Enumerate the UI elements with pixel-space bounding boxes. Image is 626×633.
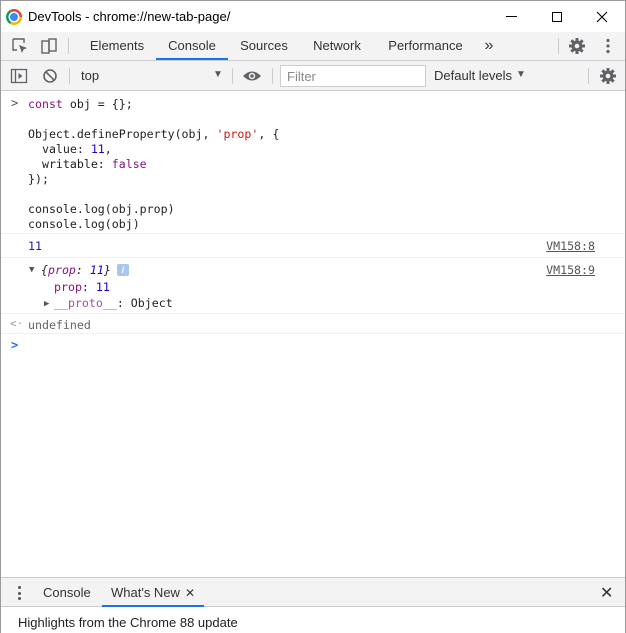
whats-new-headline: Highlights from the Chrome 88 update	[18, 615, 238, 630]
property-sep: :	[81, 280, 96, 294]
input-chevron-icon: >	[11, 96, 19, 110]
more-vert-icon	[17, 586, 21, 589]
object-proto[interactable]: __proto__: Object	[54, 296, 173, 310]
code-line: value: 11,	[28, 142, 112, 156]
close-window-button[interactable]	[579, 1, 625, 32]
close-tab-icon[interactable]: ✕	[185, 586, 195, 600]
levels-dropdown-arrow-icon[interactable]: ▼	[516, 69, 526, 80]
context-dropdown-arrow-icon[interactable]: ▼	[213, 69, 223, 80]
property-key: prop	[54, 280, 82, 294]
toolbar-divider	[232, 68, 233, 84]
minimize-button[interactable]	[488, 1, 534, 32]
log-levels-dropdown[interactable]: Default levels	[434, 68, 512, 83]
settings-icon	[569, 38, 585, 54]
chrome-logo-icon	[6, 9, 22, 25]
device-toolbar-icon	[41, 38, 57, 54]
object-property: prop: 11	[54, 280, 110, 294]
drawer-tabbar: Console What's New ✕ ✕	[1, 577, 625, 607]
window-titlebar: DevTools - chrome://new-tab-page/	[1, 1, 625, 32]
tab-performance[interactable]: Performance	[378, 32, 473, 60]
close-icon	[596, 11, 608, 22]
code-line: });	[28, 172, 49, 186]
code-line: Object.defineProperty(obj, 'prop', {	[28, 127, 280, 141]
console-log-message: 11 VM158:8	[1, 234, 625, 258]
toolbar-divider	[68, 38, 69, 54]
object-summary[interactable]: {prop: 11} i	[41, 263, 129, 277]
inspect-element-button[interactable]	[9, 32, 31, 60]
expand-triangle-icon[interactable]: ▼	[29, 265, 34, 275]
code-line: console.log(obj.prop)	[28, 202, 175, 216]
source-link[interactable]: VM158:8	[546, 239, 595, 253]
sidebar-toggle-button[interactable]	[8, 62, 30, 90]
drawer-tab-label: What's New	[111, 585, 180, 600]
more-options-button[interactable]	[599, 32, 617, 60]
proto-sep: :	[116, 296, 131, 310]
object-brace: }	[103, 263, 111, 277]
code-line: console.log(obj)	[28, 217, 140, 231]
console-log-object-message: ▼ {prop: 11} i VM158:9 prop: 11 ▶ __proto…	[1, 258, 625, 314]
minimize-icon	[505, 16, 517, 17]
drawer-tab-whats-new[interactable]: What's New ✕	[102, 578, 205, 607]
tab-console[interactable]: Console	[156, 32, 228, 60]
devtools-tabbar: Elements Console Sources Network Perform…	[1, 32, 625, 61]
toolbar-divider	[558, 38, 559, 54]
console-settings-button[interactable]	[597, 62, 619, 90]
more-vert-icon	[17, 591, 21, 595]
code-line: const obj = {};	[28, 97, 133, 111]
return-arrow-icon: <·	[10, 317, 24, 330]
info-icon[interactable]: i	[116, 264, 129, 276]
object-brace: {	[41, 263, 48, 277]
object-sep: :	[75, 263, 90, 277]
tab-network[interactable]: Network	[301, 32, 373, 60]
clear-console-button[interactable]	[39, 62, 61, 90]
inspect-element-icon	[12, 38, 27, 53]
tab-elements[interactable]: Elements	[81, 32, 153, 60]
filter-input[interactable]	[280, 65, 426, 87]
console-toolbar: top ▼ Default levels ▼	[1, 61, 625, 91]
proto-key: __proto__	[54, 296, 117, 310]
tab-sources[interactable]: Sources	[229, 32, 299, 60]
console-input-message: > const obj = {}; Object.defineProperty(…	[1, 92, 625, 234]
code-line: writable: false	[28, 157, 147, 171]
maximize-icon	[552, 11, 562, 22]
source-link[interactable]: VM158:9	[546, 263, 595, 277]
close-drawer-button[interactable]: ✕	[600, 583, 613, 603]
maximize-button[interactable]	[534, 1, 580, 32]
toolbar-divider	[272, 68, 273, 84]
property-value: 11	[95, 280, 110, 294]
toolbar-divider	[588, 68, 589, 84]
console-prompt-icon[interactable]: >	[11, 338, 18, 352]
more-tabs-button[interactable]: »	[479, 32, 499, 60]
more-vert-icon	[606, 38, 610, 54]
console-result-message: <· undefined	[1, 314, 625, 334]
object-key: prop	[47, 263, 76, 277]
proto-value: Object	[130, 296, 173, 310]
toolbar-divider	[69, 68, 70, 84]
result-value: undefined	[28, 318, 91, 332]
drawer-menu-button[interactable]	[14, 584, 24, 602]
console-settings-icon	[600, 68, 616, 84]
collapsed-triangle-icon[interactable]: ▶	[44, 299, 49, 309]
settings-button[interactable]	[566, 32, 588, 60]
drawer-tab-console[interactable]: Console	[43, 578, 91, 607]
window-title: DevTools - chrome://new-tab-page/	[28, 9, 231, 24]
clear-console-icon	[43, 69, 57, 83]
log-value: 11	[28, 239, 42, 253]
more-vert-icon	[17, 597, 21, 600]
context-selector[interactable]: top	[81, 68, 99, 83]
sidebar-toggle-icon	[10, 68, 28, 84]
console-messages[interactable]: > const obj = {}; Object.defineProperty(…	[1, 92, 625, 577]
whats-new-panel: Highlights from the Chrome 88 update	[1, 608, 625, 633]
live-expression-button[interactable]	[241, 62, 263, 90]
object-value: 11	[89, 263, 104, 277]
device-toolbar-button[interactable]	[38, 32, 60, 60]
eye-icon	[243, 71, 261, 81]
